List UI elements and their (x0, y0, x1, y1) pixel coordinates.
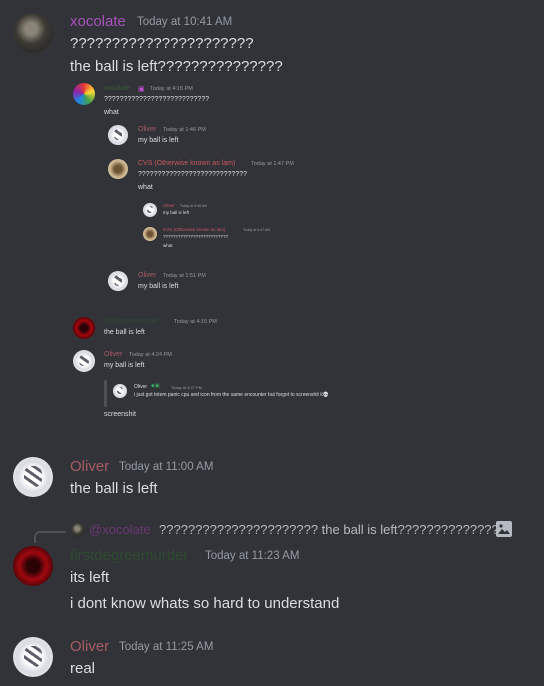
timestamp: Today at 11:23 AM (205, 550, 300, 562)
avatar-cvs-tiny (143, 227, 157, 241)
timestamp: Today at 1:51 PM (163, 273, 206, 279)
author-name[interactable]: xocolate (70, 13, 126, 30)
timestamp: Today at 4:15 PM (174, 319, 217, 325)
message-text: ?????????????????????? (70, 35, 254, 52)
message-text: what (104, 109, 119, 116)
timestamp: Today at 11:25 AM (119, 641, 214, 653)
message-text: my ball is left (138, 137, 179, 144)
message-text: ???????????????????????????? (138, 171, 248, 178)
avatar-reply-xocolate (71, 523, 85, 537)
badge-icon: ◆▣ (151, 383, 160, 389)
author-name[interactable]: Oliver (70, 458, 109, 475)
message-text: my ball is left (163, 210, 190, 215)
author-name[interactable]: firstdegreemurder (70, 547, 188, 564)
timestamp: Today at 4:15 PM (150, 86, 193, 92)
author-name: Oliver (134, 384, 148, 390)
message-text: what (163, 243, 173, 248)
avatar-oliver[interactable] (13, 457, 53, 497)
timestamp: Today at 5:47 AM (243, 228, 271, 232)
timestamp: Today at 5:27 PM (171, 385, 203, 390)
message-text: its left (70, 569, 110, 586)
timestamp: Today at 1:46 PM (163, 127, 206, 133)
message-text: i dont know whats so hard to understand (70, 595, 340, 612)
timestamp: Today at 4:24 PM (129, 352, 172, 358)
avatar-oliver-small (108, 125, 128, 145)
avatar-firstdegreemurder-small (73, 317, 95, 339)
message-text: screenshit (104, 411, 136, 418)
timestamp: Today at 11:00 AM (119, 461, 214, 473)
badge-icon: ▣ (138, 86, 145, 93)
author-name: CVS (Otherwise known as lam) (138, 160, 236, 167)
message-text: the ball is left??????????????? (70, 58, 283, 75)
avatar-xocolate-small (73, 83, 95, 105)
message-text: real (70, 660, 96, 677)
image-icon (496, 521, 512, 537)
message-text: ??????????????????????????? (104, 96, 210, 103)
message-text: ?????????????????????????? (163, 234, 229, 239)
quote-bar (104, 380, 107, 407)
avatar-oliver-small (73, 350, 95, 372)
avatar-oliver-tiny (143, 203, 157, 217)
author-name: xocolate (104, 85, 131, 92)
message-text: the ball is left (104, 329, 145, 336)
author-name: Oliver (104, 351, 123, 358)
avatar-cvs-small (108, 159, 128, 179)
embedded-image[interactable]: xocolate ▣ Today at 4:15 PM ????????????… (70, 80, 390, 425)
message-text: what (138, 184, 153, 191)
avatar-oliver-small (108, 271, 128, 291)
author-name: Oliver (163, 203, 175, 208)
avatar-oliver[interactable] (13, 637, 53, 677)
avatar-firstdegreemurder[interactable] (13, 546, 53, 586)
timestamp: Today at 10:41 AM (137, 16, 233, 28)
message-text: the ball is left (70, 480, 158, 497)
author-name: Oliver (138, 126, 157, 133)
author-name: firstdegreemurder (104, 318, 160, 325)
author-name[interactable]: Oliver (70, 638, 109, 655)
author-name: CVS (Otherwise known as lam) (163, 227, 226, 232)
author-name: Oliver (138, 272, 157, 279)
reply-author[interactable]: @xocolate (89, 522, 151, 537)
message-text: i just got totem panic cpu and icon from… (134, 392, 329, 398)
message-text: my ball is left (104, 362, 145, 369)
reply-spine (34, 531, 66, 543)
timestamp: Today at 1:47 PM (251, 161, 294, 167)
message-text: my ball is left (138, 283, 179, 290)
avatar-oliver-tiny (113, 384, 127, 398)
reply-text[interactable]: ?????????????????????? the ball is left?… (159, 522, 506, 537)
timestamp: Today at 5:46 AM (180, 204, 208, 208)
avatar-xocolate[interactable] (13, 13, 53, 53)
